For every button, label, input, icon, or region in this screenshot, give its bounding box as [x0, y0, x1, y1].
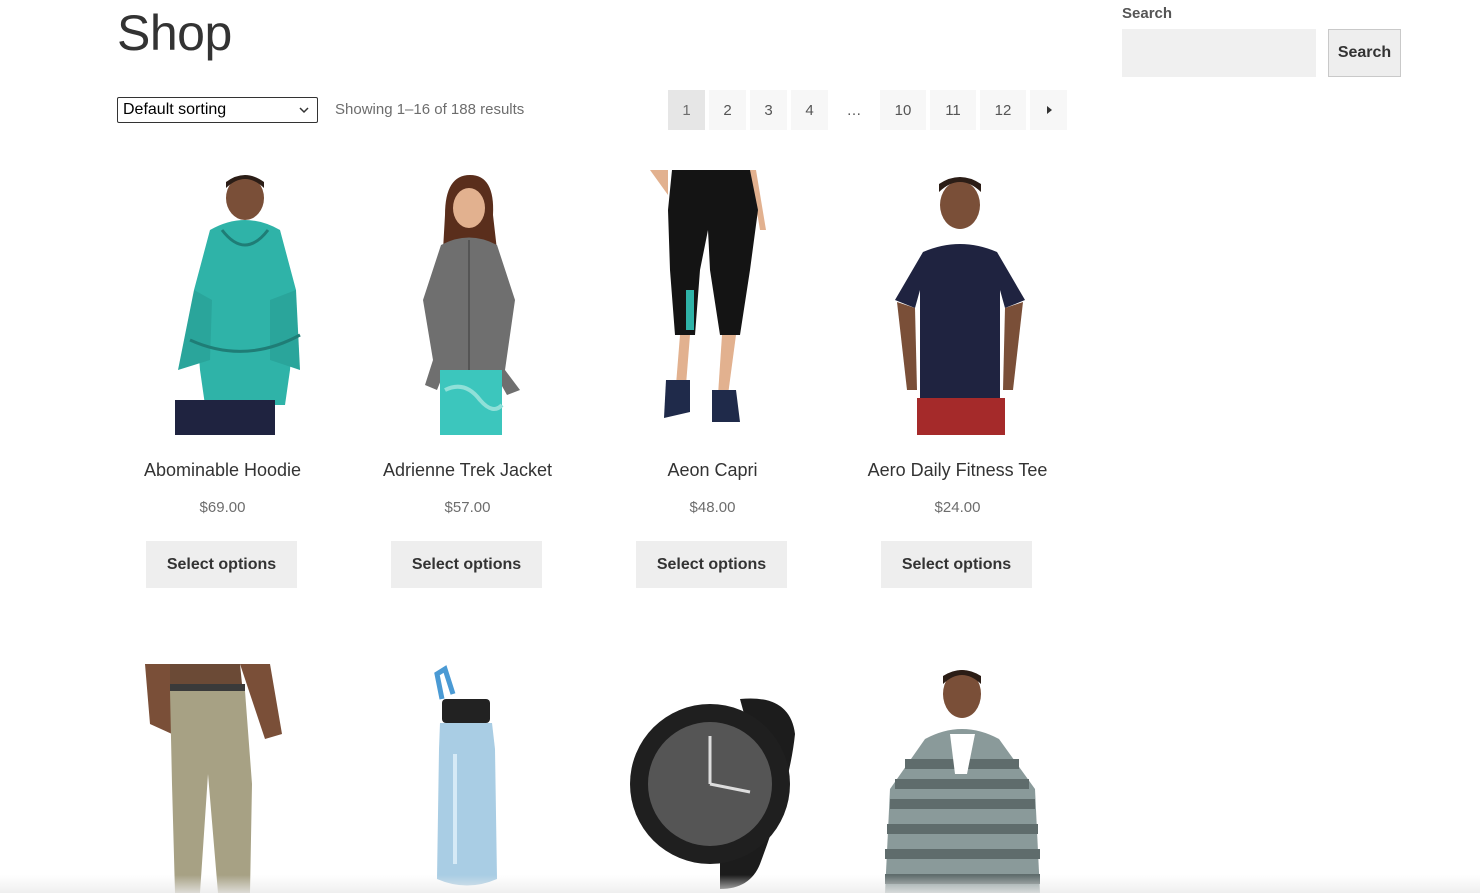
product-price: $57.00 — [444, 499, 491, 516]
bottom-fade — [0, 875, 1480, 893]
sort-select[interactable]: Default sorting — [117, 97, 318, 123]
page-current: 1 — [668, 90, 705, 130]
product-image-gray-jacket[interactable] — [345, 170, 590, 435]
select-options-button[interactable]: Select options — [391, 541, 542, 588]
product-image-black-capri[interactable] — [590, 170, 835, 435]
chevron-down-icon — [299, 107, 309, 114]
page-link-12[interactable]: 12 — [980, 90, 1026, 130]
search-widget: Search Search — [1122, 5, 1402, 77]
product-price: $48.00 — [689, 499, 736, 516]
page-next-button[interactable] — [1030, 90, 1067, 130]
search-label: Search — [1122, 5, 1173, 22]
product-price: $69.00 — [199, 499, 246, 516]
page-link-10[interactable]: 10 — [880, 90, 926, 130]
caret-right-icon — [1046, 106, 1052, 114]
search-button[interactable]: Search — [1328, 29, 1401, 77]
product-image-khaki-pants[interactable] — [100, 664, 345, 893]
product-name[interactable]: Adrienne Trek Jacket — [345, 460, 590, 481]
product-image-striped-hoodie[interactable] — [835, 664, 1080, 893]
page-link-2[interactable]: 2 — [709, 90, 746, 130]
select-options-button[interactable]: Select options — [881, 541, 1032, 588]
result-count: Showing 1–16 of 188 results — [335, 101, 525, 118]
product-price: $24.00 — [934, 499, 981, 516]
pagination: 1 2 3 4 … 10 11 12 — [668, 90, 1067, 130]
product-name[interactable]: Abominable Hoodie — [100, 460, 345, 481]
page-link-3[interactable]: 3 — [750, 90, 787, 130]
page-ellipsis: … — [846, 101, 862, 119]
page-title: Shop — [117, 5, 232, 61]
sort-select-value: Default sorting — [123, 101, 227, 118]
product-image-water-bottle[interactable] — [345, 664, 590, 893]
select-options-button[interactable]: Select options — [146, 541, 297, 588]
shop-toolbar: Default sorting Showing 1–16 of 188 resu… — [117, 90, 1067, 130]
page-link-4[interactable]: 4 — [791, 90, 828, 130]
page-link-11[interactable]: 11 — [930, 90, 976, 130]
product-name[interactable]: Aeon Capri — [590, 460, 835, 481]
product-name[interactable]: Aero Daily Fitness Tee — [835, 460, 1080, 481]
search-input[interactable] — [1122, 29, 1316, 77]
select-options-button[interactable]: Select options — [636, 541, 787, 588]
product-image-teal-hoodie[interactable] — [100, 170, 345, 435]
product-image-black-watch[interactable] — [590, 664, 835, 893]
product-image-navy-tee[interactable] — [835, 170, 1080, 435]
